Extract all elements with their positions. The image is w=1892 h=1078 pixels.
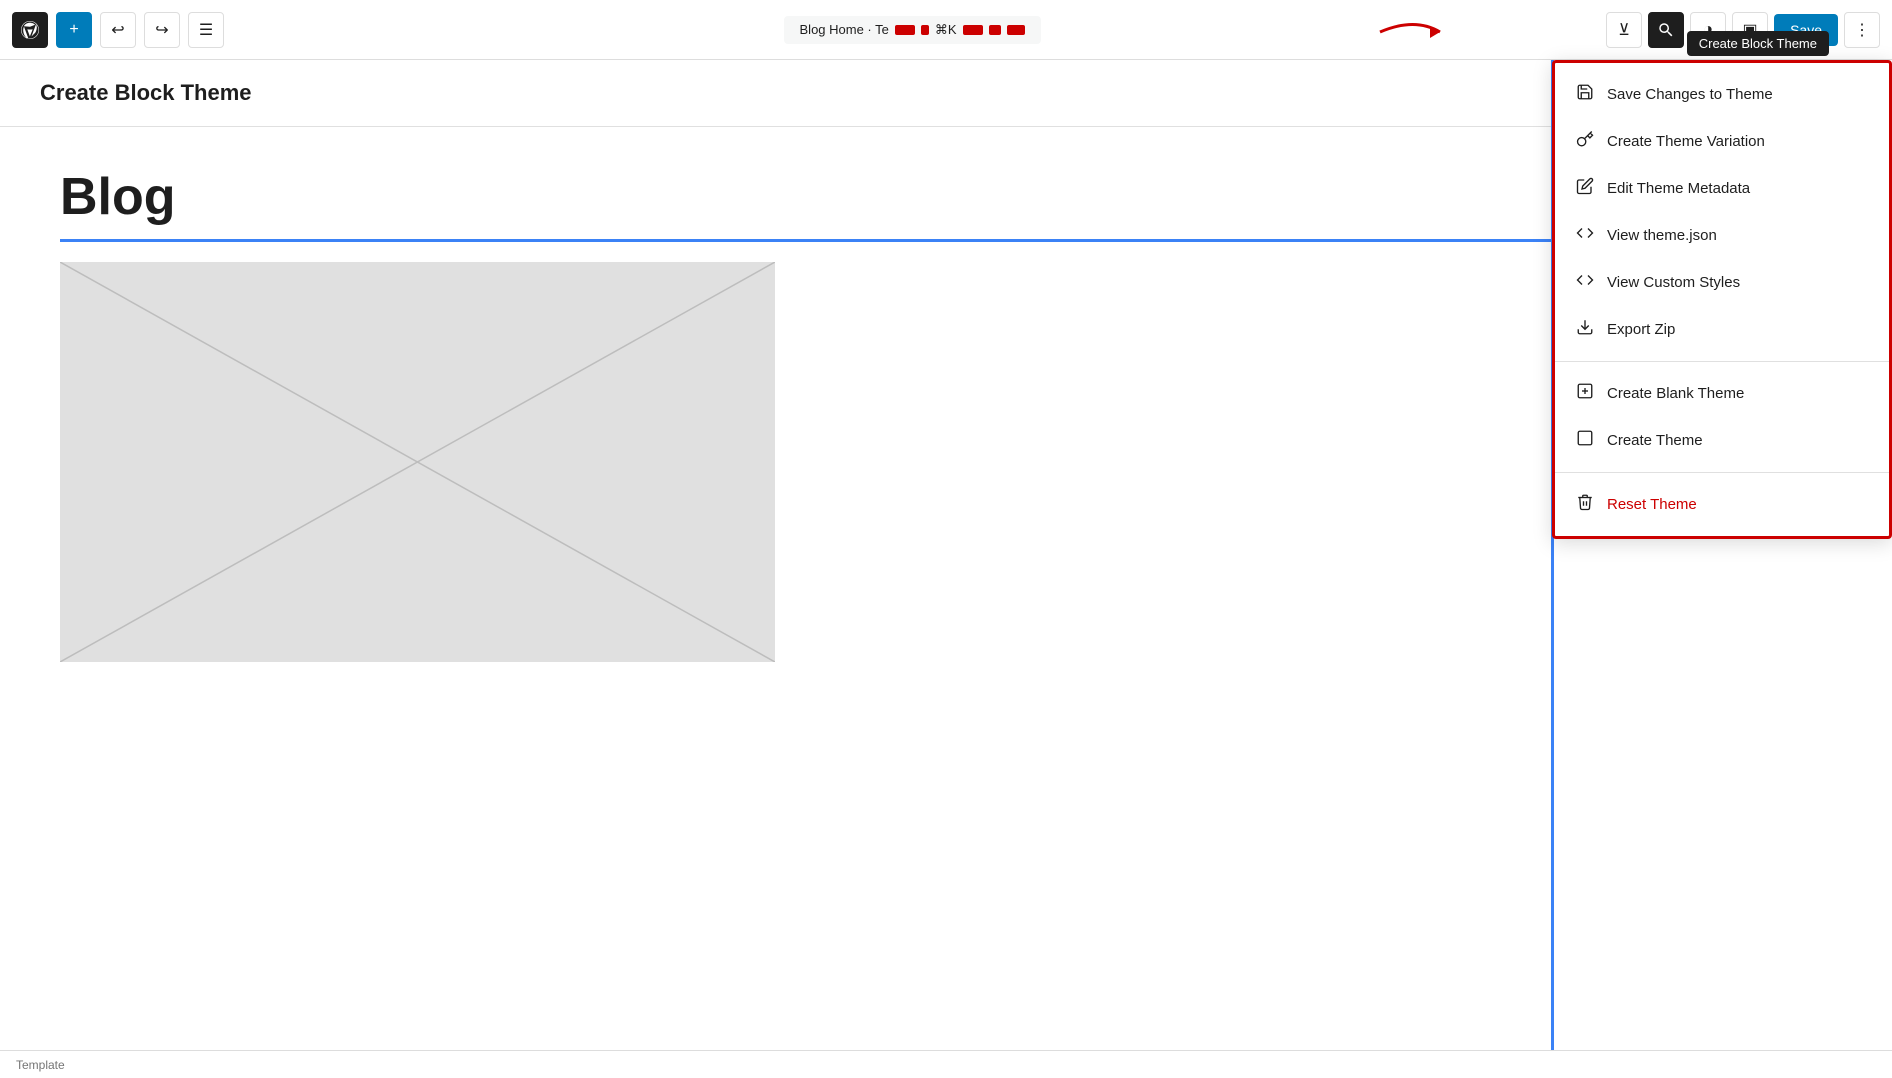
- breadcrumb-text: Blog Home · Te: [800, 22, 889, 37]
- edit-metadata-label: Edit Theme Metadata: [1607, 180, 1750, 197]
- create-blank-theme-item[interactable]: Create Blank Theme: [1555, 370, 1889, 417]
- edit-metadata-item[interactable]: Edit Theme Metadata: [1555, 165, 1889, 212]
- edit-icon: [1575, 177, 1595, 200]
- save-icon: [1575, 83, 1595, 106]
- code-icon-2: [1575, 271, 1595, 294]
- zoom-out-button[interactable]: ⊻: [1606, 12, 1642, 48]
- blank-theme-icon: [1575, 382, 1595, 405]
- status-label: Template: [16, 1058, 65, 1072]
- create-variation-label: Create Theme Variation: [1607, 133, 1765, 150]
- divider-1: [1555, 361, 1889, 362]
- code-icon-1: [1575, 224, 1595, 247]
- red-arrow: [1375, 12, 1455, 52]
- view-theme-json-label: View theme.json: [1607, 227, 1717, 244]
- view-custom-styles-label: View Custom Styles: [1607, 274, 1740, 291]
- download-icon: [1575, 318, 1595, 341]
- page-title: Create Block Theme: [40, 80, 252, 106]
- view-theme-json-item[interactable]: View theme.json: [1555, 212, 1889, 259]
- breadcrumb-sep: ⌘K: [935, 22, 957, 38]
- trash-icon: [1575, 493, 1595, 516]
- create-theme-icon: [1575, 429, 1595, 452]
- status-bar: Template: [0, 1050, 1892, 1078]
- list-view-button[interactable]: ☰: [188, 12, 224, 48]
- redacted-3: [963, 25, 983, 35]
- save-changes-label: Save Changes to Theme: [1607, 86, 1773, 103]
- more-options-button[interactable]: ⋮: [1844, 12, 1880, 48]
- create-theme-item[interactable]: Create Theme: [1555, 417, 1889, 464]
- plugin-button[interactable]: [1648, 12, 1684, 48]
- redo-button[interactable]: ↪: [144, 12, 180, 48]
- toolbar: + ↩ ↪ ☰ Blog Home · Te ⌘K ⊻ ◑ ▣: [0, 0, 1892, 60]
- create-variation-item[interactable]: Create Theme Variation: [1555, 118, 1889, 165]
- export-zip-label: Export Zip: [1607, 321, 1675, 338]
- variation-icon: [1575, 130, 1595, 153]
- create-blank-theme-label: Create Blank Theme: [1607, 385, 1744, 402]
- wp-logo[interactable]: [12, 12, 48, 48]
- redacted-2: [921, 25, 929, 35]
- reset-theme-label: Reset Theme: [1607, 496, 1697, 513]
- reset-theme-item[interactable]: Reset Theme: [1555, 481, 1889, 528]
- undo-button[interactable]: ↩: [100, 12, 136, 48]
- placeholder-image: [60, 262, 775, 662]
- save-changes-item[interactable]: Save Changes to Theme: [1555, 71, 1889, 118]
- redacted-1: [895, 25, 915, 35]
- breadcrumb[interactable]: Blog Home · Te ⌘K: [784, 16, 1041, 44]
- tooltip-label: Create Block Theme: [1687, 31, 1829, 56]
- dropdown-panel: Create Block Theme Save Changes to Theme…: [1552, 60, 1892, 539]
- redacted-4: [989, 25, 1001, 35]
- create-theme-label: Create Theme: [1607, 432, 1703, 449]
- redacted-5: [1007, 25, 1025, 35]
- main-area: Create Block Theme Sample Page Blog Crea…: [0, 60, 1892, 1050]
- divider-2: [1555, 472, 1889, 473]
- export-zip-item[interactable]: Export Zip: [1555, 306, 1889, 353]
- add-button[interactable]: +: [56, 12, 92, 48]
- view-custom-styles-item[interactable]: View Custom Styles: [1555, 259, 1889, 306]
